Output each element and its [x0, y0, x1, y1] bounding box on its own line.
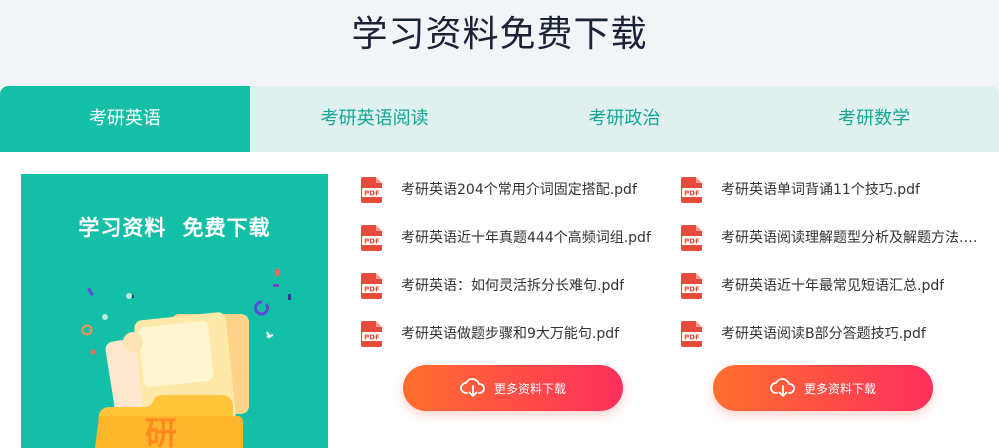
- file-item[interactable]: PDF 考研英语单词背诵11个技巧.pdf: [678, 174, 978, 204]
- more-downloads-button-left[interactable]: 更多资料下载: [403, 365, 623, 411]
- file-item[interactable]: PDF 考研英语近十年真题444个高频词组.pdf: [358, 222, 658, 252]
- file-name: 考研英语近十年最常见短语汇总.pdf: [721, 278, 945, 294]
- tab-kaoyan-english[interactable]: 考研英语: [0, 86, 250, 152]
- tab-kaoyan-english-reading[interactable]: 考研英语阅读: [250, 86, 500, 152]
- pdf-file-icon: PDF: [361, 177, 382, 203]
- svg-text:PDF: PDF: [364, 190, 380, 198]
- folder-illustration: 研: [81, 269, 291, 448]
- pdf-file-icon: PDF: [361, 273, 382, 299]
- download-panel: 考研英语 考研英语阅读 考研政治 考研数学 学习资料 免费下载 研 PDF 考研…: [0, 86, 999, 448]
- file-item[interactable]: PDF 考研英语204个常用介词固定搭配.pdf: [358, 174, 658, 204]
- more-downloads-label: 更多资料下载: [803, 381, 876, 396]
- folder-char: 研: [145, 414, 177, 448]
- tab-bar: 考研英语 考研英语阅读 考研政治 考研数学: [0, 86, 999, 152]
- file-item[interactable]: PDF 考研英语阅读理解题型分析及解题方法.pdf: [678, 222, 978, 252]
- page-title: 学习资料免费下载: [351, 14, 648, 55]
- file-name: 考研英语204个常用介词固定搭配.pdf: [401, 182, 637, 198]
- file-name: 考研英语近十年真题444个高频词组.pdf: [401, 230, 651, 246]
- pdf-file-icon: PDF: [681, 273, 702, 299]
- pdf-file-icon: PDF: [681, 225, 702, 251]
- svg-text:PDF: PDF: [684, 334, 700, 342]
- pdf-file-icon: PDF: [361, 321, 382, 347]
- svg-text:PDF: PDF: [684, 286, 700, 294]
- file-name: 考研英语单词背诵11个技巧.pdf: [721, 182, 920, 198]
- file-item[interactable]: PDF 考研英语做题步骤和9大万能句.pdf: [358, 318, 658, 348]
- tab-kaoyan-math[interactable]: 考研数学: [749, 86, 999, 152]
- file-item[interactable]: PDF 考研英语阅读B部分答题技巧.pdf: [678, 318, 978, 348]
- cloud-download-icon: [460, 378, 485, 397]
- tab-kaoyan-politics[interactable]: 考研政治: [500, 86, 750, 152]
- more-downloads-button-right[interactable]: 更多资料下载: [713, 365, 933, 411]
- pdf-file-icon: PDF: [681, 321, 702, 347]
- svg-text:PDF: PDF: [364, 238, 380, 246]
- pdf-file-icon: PDF: [361, 225, 382, 251]
- file-name: 考研英语做题步骤和9大万能句.pdf: [401, 326, 620, 342]
- more-downloads-label: 更多资料下载: [493, 381, 566, 396]
- svg-text:PDF: PDF: [684, 238, 700, 246]
- pdf-file-icon: PDF: [681, 177, 702, 203]
- file-name: 考研英语阅读B部分答题技巧.pdf: [721, 326, 926, 342]
- file-item[interactable]: PDF 考研英语：如何灵活拆分长难句.pdf: [358, 270, 658, 300]
- file-item[interactable]: PDF 考研英语近十年最常见短语汇总.pdf: [678, 270, 978, 300]
- svg-text:PDF: PDF: [684, 190, 700, 198]
- svg-text:PDF: PDF: [364, 334, 380, 342]
- svg-text:PDF: PDF: [364, 286, 380, 294]
- file-name: 考研英语：如何灵活拆分长难句.pdf: [401, 278, 625, 294]
- cloud-download-icon: [770, 378, 795, 397]
- file-name: 考研英语阅读理解题型分析及解题方法.pdf: [721, 230, 978, 246]
- promo-banner[interactable]: 学习资料 免费下载 研: [21, 174, 328, 448]
